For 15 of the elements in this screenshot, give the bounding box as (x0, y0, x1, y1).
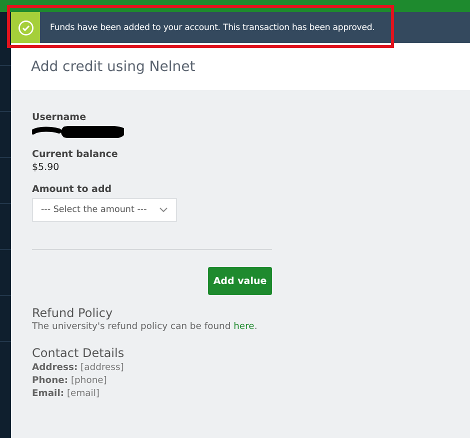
contact-line: Address: [address] (32, 362, 125, 373)
section-heading: Contact Details (32, 346, 126, 360)
add-value-button[interactable]: Add value (208, 267, 272, 295)
contact-line: Phone: [phone] (32, 375, 108, 386)
balance-value: $5.90 (32, 162, 60, 173)
refund-text: The university's refund policy can be found here. (32, 321, 258, 332)
field-label: Current balance (32, 149, 119, 160)
amount-dropdown[interactable]: --- Select the amount --- (32, 198, 177, 222)
section-heading: Refund Policy (32, 306, 114, 320)
contact-line: Email: [email] (32, 388, 100, 399)
notification-message: Funds have been added to your account. This transaction has been approved. (50, 22, 375, 32)
refund-link[interactable]: here (234, 321, 254, 332)
field-label: Amount to add (32, 184, 113, 195)
field-label: Username (32, 112, 88, 123)
page-title: Add credit using Nelnet (31, 58, 196, 74)
